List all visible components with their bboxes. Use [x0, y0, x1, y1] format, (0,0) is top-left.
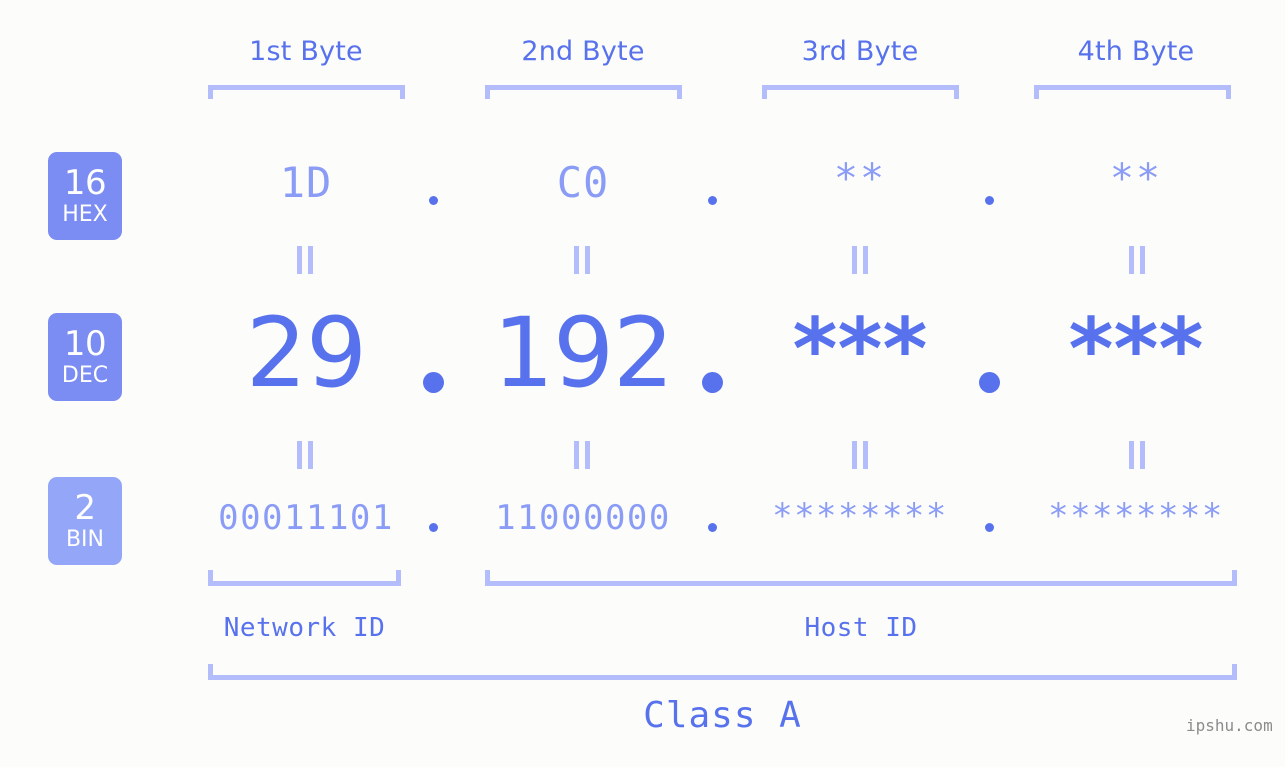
base-badge-bin-number: 2 [74, 488, 96, 528]
base-badge-hex-abbr: HEX [62, 202, 108, 227]
hex-value-byte-1: 1D [279, 158, 333, 207]
hex-dot-separator-2 [708, 196, 717, 205]
hex-dot-separator-3 [985, 196, 994, 205]
base-badge-hex-number: 16 [63, 163, 107, 203]
hex-value-byte-3: ** [833, 156, 887, 202]
base-badge-bin-abbr: BIN [65, 527, 105, 552]
bin-dot-separator-3 [985, 523, 994, 532]
equals-mark-dec-bin-1 [294, 441, 316, 469]
equals-mark-hex-dec-1 [294, 246, 316, 274]
base-badge-bin: 2 BIN [48, 477, 122, 565]
base-badge-dec-number: 10 [63, 324, 107, 364]
bin-dot-separator-1 [429, 523, 438, 532]
class-label: Class A [643, 695, 802, 736]
byte-bracket-top-4 [1034, 85, 1231, 99]
network-id-bracket [208, 570, 401, 586]
hex-dot-separator-1 [429, 196, 438, 205]
bin-value-byte-2: 11000000 [495, 498, 671, 538]
bin-value-byte-1: 00011101 [218, 498, 394, 538]
equals-mark-hex-dec-2 [571, 246, 593, 274]
equals-mark-dec-bin-3 [849, 441, 871, 469]
dec-value-byte-3: *** [792, 300, 928, 400]
class-bracket [208, 664, 1237, 680]
byte-bracket-top-1 [208, 85, 405, 99]
host-id-bracket [485, 570, 1237, 586]
dec-dot-separator-1 [423, 372, 444, 393]
host-id-label: Host ID [804, 613, 918, 643]
hex-value-byte-4: ** [1109, 156, 1163, 202]
bin-dot-separator-2 [708, 523, 717, 532]
base-badge-dec-abbr: DEC [61, 363, 109, 388]
base-badge-hex: 16 HEX [48, 152, 122, 240]
ip-address-breakdown-diagram: 1st Byte 2nd Byte 3rd Byte 4th Byte 16 H… [0, 0, 1285, 767]
equals-mark-dec-bin-4 [1126, 441, 1148, 469]
byte-header-3: 3rd Byte [801, 36, 919, 67]
byte-header-2: 2nd Byte [521, 36, 645, 67]
equals-mark-hex-dec-3 [849, 246, 871, 274]
equals-mark-hex-dec-4 [1126, 246, 1148, 274]
dec-value-byte-4: *** [1068, 300, 1204, 400]
hex-value-byte-2: C0 [556, 158, 610, 207]
network-id-label: Network ID [223, 613, 386, 643]
byte-bracket-top-3 [762, 85, 959, 99]
byte-header-1: 1st Byte [249, 36, 363, 67]
dec-value-byte-2: 192 [492, 297, 674, 409]
bin-value-byte-4: ******** [1048, 496, 1224, 536]
byte-bracket-top-2 [485, 85, 682, 99]
site-watermark: ipshu.com [1186, 716, 1273, 735]
equals-mark-dec-bin-2 [571, 441, 593, 469]
byte-header-4: 4th Byte [1077, 36, 1195, 67]
dec-dot-separator-3 [979, 372, 1000, 393]
dec-value-byte-1: 29 [245, 297, 367, 409]
dec-dot-separator-2 [702, 372, 723, 393]
base-badge-dec: 10 DEC [48, 313, 122, 401]
bin-value-byte-3: ******** [772, 496, 948, 536]
